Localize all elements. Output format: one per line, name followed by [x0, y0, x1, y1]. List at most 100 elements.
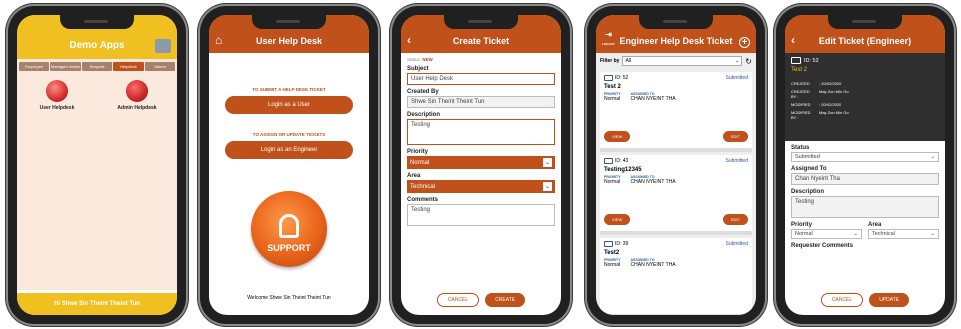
logout-button[interactable]: ⇥ LOGOUT — [602, 31, 615, 47]
page-title: Create Ticket — [452, 36, 510, 46]
ticket-id: ID: 52 — [615, 75, 629, 81]
login-engineer-button[interactable]: Login as an Engineer — [225, 141, 353, 159]
phone-notch — [444, 15, 518, 29]
status-select[interactable]: Submitted ⌄ — [791, 152, 939, 162]
requester-comments-label: Requester Comments — [791, 243, 854, 249]
filter-select[interactable]: All ⌄ — [622, 56, 743, 66]
app-grid: User Helpdesk Admin Helpdesk — [17, 74, 177, 290]
app-title: Demo Apps — [69, 40, 125, 51]
comments-label: Comments — [407, 197, 439, 203]
ticket-id: ID: 39 — [615, 241, 629, 247]
form-actions: CANCEL CREATE — [401, 293, 561, 307]
subject-label: Subject — [407, 66, 429, 72]
tab-helpdesk[interactable]: Helpdesk — [113, 62, 144, 71]
assign-section-label: TO ASSIGN OR UPDATE TICKETS — [252, 132, 326, 137]
welcome-text: Welcome Shwe Sin Theint Theint Tun — [247, 295, 331, 301]
tab-manager-admin[interactable]: Manager/ Admin — [50, 62, 81, 71]
ticket-icon — [604, 75, 613, 81]
description-input[interactable]: Testing — [407, 119, 555, 145]
support-logo: SUPPORT — [251, 191, 327, 267]
ticket-title: Test 2 — [791, 67, 808, 73]
priority-select[interactable]: Normal ⌄ — [791, 229, 862, 239]
app-tile-admin-helpdesk[interactable]: Admin Helpdesk — [107, 80, 167, 111]
priority-select[interactable]: Normal ⌄ — [407, 156, 555, 169]
page-title: User Help Desk — [255, 36, 323, 46]
ticket-summary-panel: ID: 52 Test 2 CREATED: 20/02/2020 CREATE… — [785, 53, 945, 141]
phone-engineer-tickets: ⇥ LOGOUT Engineer Help Desk Ticket + Filt… — [587, 6, 765, 324]
app-tile-user-helpdesk[interactable]: User Helpdesk — [27, 80, 87, 111]
assigned-value: CHAN NYEINT THA — [630, 96, 676, 102]
status-value: Submitted — [795, 154, 820, 160]
status-label: Status: — [407, 57, 422, 62]
created-by-value: May Zon Min Oo — [819, 89, 849, 94]
phone-screen: ‹ Create Ticket Status: NEW Subject User… — [401, 15, 561, 315]
ticket-card[interactable]: ID: 39 Submitted Test2 PRIORITY Normal AS… — [600, 238, 752, 315]
priority-value: Normal — [410, 159, 430, 166]
created-key: CREATED — [791, 81, 810, 86]
back-icon[interactable]: ‹ — [791, 33, 795, 47]
submit-section-label: TO SUBMIT A HELP DESK TICKET — [252, 87, 326, 92]
ticket-title: Testing12345 — [604, 167, 642, 173]
view-button[interactable]: VIEW — [604, 131, 631, 142]
app-label: Admin Helpdesk — [117, 105, 157, 111]
refresh-icon[interactable]: ↻ — [745, 57, 752, 66]
modified-key: MODIFIED — [791, 102, 811, 107]
phone-screen: ⌂ User Help Desk TO SUBMIT A HELP DESK T… — [209, 15, 369, 315]
tab-employee[interactable]: Employee — [19, 62, 50, 71]
subject-input[interactable]: User Help Desk — [407, 73, 555, 85]
assigned-field[interactable]: Chan Nyeint Tha — [791, 173, 939, 185]
created-value: : 20/02/2020 — [819, 81, 842, 86]
phone-notch — [639, 15, 713, 29]
home-icon[interactable]: ⌂ — [215, 33, 222, 47]
comments-input[interactable]: Testing — [407, 204, 555, 226]
ticket-card[interactable]: ID: 43 Submitted Testing12345 PRIORITY No… — [600, 155, 752, 235]
cancel-button[interactable]: CANCEL — [820, 293, 864, 307]
phone-demo-apps: Demo Apps Employee Manager/ Admin Reques… — [8, 6, 186, 324]
description-label: Description — [791, 189, 825, 195]
assigned-label: Assigned To — [791, 166, 827, 172]
area-select[interactable]: Technical ⌄ — [868, 229, 939, 239]
area-select[interactable]: Technical ⌄ — [407, 180, 555, 193]
description-label: Description — [407, 112, 441, 118]
cancel-button[interactable]: CANCEL — [436, 293, 480, 307]
back-icon[interactable]: ‹ — [407, 33, 411, 47]
assigned-value: CHAN NYEINT THA — [630, 179, 676, 185]
ticket-status: Submitted — [725, 158, 748, 164]
logout-icon: ⇥ — [605, 30, 612, 39]
assigned-value: CHAN NYEINT THA — [630, 262, 676, 268]
priority-value: Normal — [795, 231, 813, 237]
phone-notch — [60, 15, 134, 29]
create-button[interactable]: CREATE — [485, 293, 526, 307]
modified-by-value: May Zon Min Oo — [819, 110, 849, 115]
edit-button[interactable]: EDIT — [722, 214, 748, 225]
ticket-title: Test2 — [604, 250, 620, 256]
view-button[interactable]: VIEW — [604, 214, 631, 225]
ticket-status: Submitted — [725, 75, 748, 81]
priority-label: Priority — [791, 222, 813, 228]
filter-bar: Filter by All ⌄ ↻ — [596, 53, 756, 69]
status-value: NEW — [422, 57, 433, 62]
area-value: Technical — [872, 231, 895, 237]
ticket-card[interactable]: ID: 52 Submitted Test 2 PRIORITY Normal A… — [600, 72, 752, 152]
area-label: Area — [868, 222, 882, 228]
app-label: User Helpdesk — [39, 105, 75, 111]
update-button[interactable]: UPDATE — [869, 293, 910, 307]
ticket-id: ID: 52 — [804, 57, 819, 64]
tab-others[interactable]: Others — [144, 62, 176, 71]
description-field[interactable]: Testing — [791, 196, 939, 218]
phone-screen: ‹ Edit Ticket (Engineer) ID: 52 Test 2 C… — [785, 15, 945, 315]
chevron-down-icon: ⌄ — [930, 231, 935, 237]
status-label: Status — [791, 145, 810, 151]
phone-screen: Demo Apps Employee Manager/ Admin Reques… — [17, 15, 177, 315]
filter-value: All — [625, 58, 632, 64]
chevron-down-icon: ⌄ — [543, 182, 552, 191]
page-title: Edit Ticket (Engineer) — [818, 36, 912, 46]
ticket-icon — [604, 158, 613, 164]
edit-button[interactable]: EDIT — [722, 131, 748, 142]
tab-request[interactable]: Request — [81, 62, 113, 71]
chevron-down-icon: ⌄ — [735, 58, 740, 64]
profile-picture[interactable] — [155, 39, 171, 53]
login-user-button[interactable]: Login as a User — [225, 96, 353, 114]
ticket-status: Submitted — [725, 241, 748, 247]
add-ticket-icon[interactable]: + — [739, 37, 750, 48]
